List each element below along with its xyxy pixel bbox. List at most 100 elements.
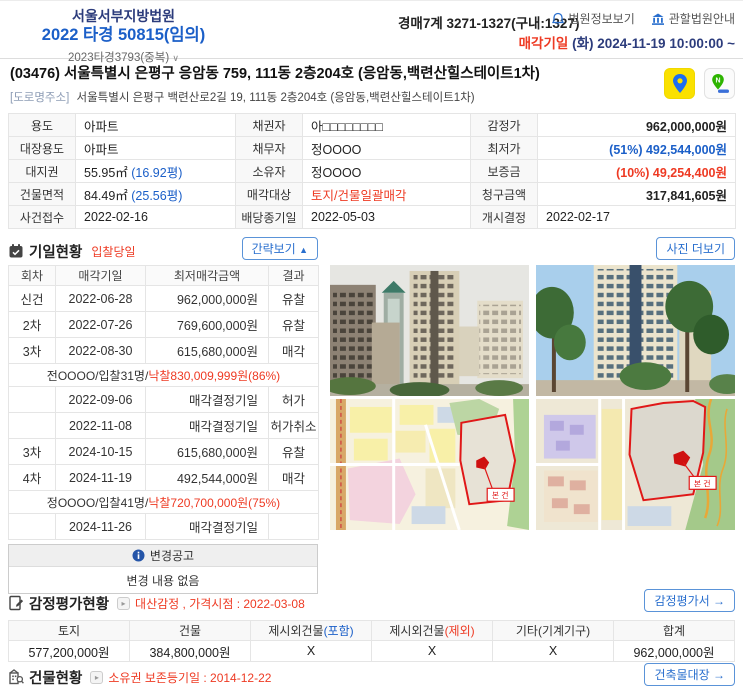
schedule-price: 962,000,000원 <box>145 285 269 312</box>
page-header: 서울서부지방법원 2022 타경 50815(임의) 2023타경3793(중복… <box>0 1 743 64</box>
text-part: 아□□□□□□□□ <box>311 119 383 134</box>
cadastral-map-2[interactable]: 본 건 <box>536 399 735 530</box>
naver-map-button[interactable]: N <box>704 68 735 99</box>
info-value: 토지/건물일괄매각 <box>302 182 471 206</box>
text-part: 2022-02-16 <box>84 210 148 224</box>
kakao-map-button[interactable] <box>664 68 695 99</box>
appraisal-value: X <box>492 640 614 662</box>
text-part: 정OOOO <box>311 165 362 180</box>
photo-grid: 본 건 본 건 <box>330 265 735 530</box>
info-label: 감정가 <box>470 113 538 137</box>
text-part: (16.92평) <box>131 165 183 180</box>
map-buttons: N <box>664 68 735 99</box>
property-info-table: 용도 아파트 채권자 아□□□□□□□□ 감정가 962,000,000원 대장용도 아파트 채… <box>8 113 736 229</box>
text-part: 아파트 <box>84 119 119 134</box>
header-links: 법원정보보기 관할법원안내 <box>551 10 735 27</box>
court-info-link[interactable]: 법원정보보기 <box>551 10 635 27</box>
schedule-round: 3차 <box>8 438 56 465</box>
text-part: 아파트 <box>84 142 119 157</box>
schedule-round <box>8 513 56 540</box>
more-photos-button[interactable]: 사진 더보기 <box>656 237 735 260</box>
change-notice-title: 변경공고 <box>149 549 195 563</box>
schedule-price: 매각결정기일 <box>145 386 269 413</box>
schedule-result: 매각 <box>268 464 319 491</box>
schedule-row: 3차 2024-10-15 615,680,000원 유찰 <box>8 438 319 465</box>
apartment-photo-2[interactable] <box>536 265 735 396</box>
court-guide-link[interactable]: 관할법원안내 <box>651 10 735 27</box>
schedule-price: 615,680,000원 <box>145 438 269 465</box>
court-info-label: 법원정보보기 <box>568 12 635 26</box>
collapse-icon: ▲ <box>299 245 308 255</box>
info-value: 2022-02-17 <box>537 205 736 229</box>
info-value: 962,000,000원 <box>537 113 736 137</box>
schedule-col-header: 매각기일 <box>55 265 146 286</box>
collapse-view-label: 간략보기 <box>251 242 296 256</box>
related-case-dropdown[interactable]: 2023타경3793(중복) ∨ <box>16 49 231 65</box>
info-value: (51%) 492,544,000원 <box>537 136 736 160</box>
schedule-price: 매각결정기일 <box>145 412 269 439</box>
info-row: 용도 아파트 채권자 아□□□□□□□□ 감정가 962,000,000원 <box>8 113 736 137</box>
road-address-text: 서울특별시 은평구 백련산로2길 19, 111동 2층204호 (응암동,백련… <box>76 92 475 104</box>
text-part: 정OOOO <box>311 142 362 157</box>
info-label: 최저가 <box>470 136 538 160</box>
appraisal-value: 962,000,000원 <box>613 640 735 662</box>
schedule-row: 2022-09-06 매각결정기일 허가 <box>8 386 319 413</box>
appraisal-table: 토지 건물 제시외건물(포함) 제시외건물(제외) 기타(기계기구) 합계 577,200… <box>8 620 735 662</box>
arrow-right-icon: → <box>713 594 725 608</box>
collapse-view-button[interactable]: 간략보기 ▲ <box>241 237 318 260</box>
schedule-table: 회차 매각기일 최저매각금액 결과 신건 2022-06-28 962,000,000원 유… <box>8 265 319 540</box>
change-notice-header: 변경공고 <box>9 545 317 567</box>
schedule-result: 유찰 <box>268 285 319 312</box>
schedule-round: 3차 <box>8 337 56 364</box>
info-value: 2022-02-16 <box>75 205 236 229</box>
appraisal-value: 577,200,000원 <box>8 640 130 662</box>
info-icon <box>132 549 145 562</box>
schedule-row: 2차 2022-07-26 769,600,000원 유찰 <box>8 311 319 338</box>
schedule-row: 3차 2022-08-30 615,680,000원 매각 <box>8 337 319 364</box>
bell-icon <box>551 12 564 25</box>
info-value: 정OOOO <box>302 159 471 183</box>
text-part: 317,841,605원 <box>645 188 727 203</box>
map-subject-label: 본 건 <box>694 478 711 488</box>
text-part: 제시외건물 <box>268 624 324 638</box>
info-row: 대장용도 아파트 채무자 정OOOO 최저가 (51%) 492,544,000원 <box>8 136 736 160</box>
naver-pin-icon: N <box>711 73 729 93</box>
info-label: 대지권 <box>8 159 76 183</box>
schedule-date: 2022-07-26 <box>55 311 146 338</box>
building-annotation-text: 소유권 보존등기일 : 2014-12-22 <box>108 670 272 685</box>
cadastral-map-1[interactable]: 본 건 <box>330 399 529 530</box>
appraisal-col-header: 건물 <box>129 620 251 641</box>
schedule-price: 769,600,000원 <box>145 311 269 338</box>
court-guide-label: 관할법원안내 <box>668 12 735 26</box>
schedule-result: 유찰 <box>268 438 319 465</box>
info-label: 소유자 <box>235 159 303 183</box>
appraisal-value: X <box>371 640 493 662</box>
schedule-row: 정OOOO/입찰41명/낙찰720,700,000원(75%) <box>8 490 319 514</box>
arrow-right-icon: → <box>713 668 725 682</box>
schedule-bid-result: 정OOOO/입찰41명/낙찰720,700,000원(75%) <box>8 490 319 514</box>
schedule-header-row: 회차 매각기일 최저매각금액 결과 <box>8 265 319 286</box>
related-case-label: 2023타경3793(중복) <box>68 52 170 64</box>
info-row: 사건접수 2022-02-16 배당종기일 2022-05-03 개시결정 2022-02… <box>8 205 736 229</box>
schedule-header: 기일현황 입찰당일 간략보기 ▲ <box>8 237 318 263</box>
appraisal-annotation-text: 대산감정 , 가격시점 : 2022-03-08 <box>135 596 305 611</box>
appraisal-report-button[interactable]: 감정평가서 → <box>644 589 735 612</box>
building-title: 건물현황 <box>29 670 83 687</box>
map-subject-label: 본 건 <box>492 490 509 500</box>
apartment-photo-1[interactable] <box>330 265 529 396</box>
building-register-button[interactable]: 건축물대장 → <box>644 663 735 686</box>
change-notice-content: 변경 내용 없음 <box>126 573 200 588</box>
info-label: 채권자 <box>235 113 303 137</box>
text-part: 55.95㎡ <box>84 165 132 180</box>
info-label: 배당종기일 <box>235 205 303 229</box>
appraisal-col-header: 제시외건물(포함) <box>250 620 372 641</box>
schedule-row: 2022-11-08 매각결정기일 허가취소 <box>8 412 319 439</box>
schedule-row: 4차 2024-11-19 492,544,000원 매각 <box>8 464 319 491</box>
schedule-round <box>8 386 56 413</box>
appraisal-title: 감정평가현황 <box>29 596 110 613</box>
change-notice-box: 변경공고 변경 내용 없음 <box>8 544 318 594</box>
document-pencil-icon <box>9 595 24 611</box>
appraisal-value: X <box>250 640 372 662</box>
building-annotation: ▸ 소유권 보존등기일 : 2014-12-22 <box>90 669 271 686</box>
building-section: 건물현황 ▸ 소유권 보존등기일 : 2014-12-22 건축물대장 → <box>8 663 735 689</box>
